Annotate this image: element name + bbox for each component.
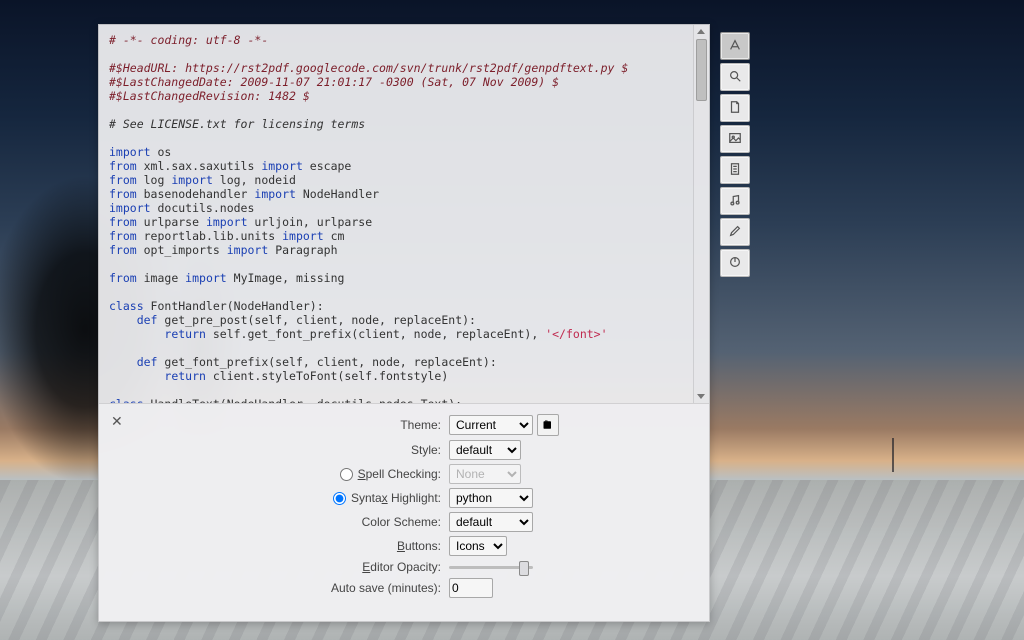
code-line[interactable]: #$LastChangedRevision: 1482 $ [109,89,689,103]
code-line[interactable]: from log import log, nodeid [109,173,689,187]
editor-window: # -*- coding: utf-8 -*- #$HeadURL: https… [98,24,710,622]
code-line[interactable] [109,103,689,117]
code-area[interactable]: # -*- coding: utf-8 -*- #$HeadURL: https… [99,25,693,403]
search-button[interactable] [720,63,750,91]
code-line[interactable]: from opt_imports import Paragraph [109,243,689,257]
code-line[interactable] [109,383,689,397]
syntax-select[interactable]: python [449,488,533,508]
side-toolbar [720,32,750,277]
code-line[interactable] [109,257,689,271]
code-line[interactable]: from image import MyImage, missing [109,271,689,285]
new-file-icon [728,100,742,117]
buttons-select[interactable]: Icons [449,536,507,556]
editor-scrollbar[interactable] [693,25,709,403]
code-line[interactable]: from basenodehandler import NodeHandler [109,187,689,201]
page-icon [728,162,742,179]
code-line[interactable]: import docutils.nodes [109,201,689,215]
new-file-button[interactable] [720,94,750,122]
spellcheck-radio[interactable] [340,468,353,481]
theme-label: Theme: [163,418,443,432]
desktop-spire [892,438,894,472]
code-area-wrap: # -*- coding: utf-8 -*- #$HeadURL: https… [99,25,709,403]
pencil-button[interactable] [720,218,750,246]
code-line[interactable]: from xml.sax.saxutils import escape [109,159,689,173]
code-line[interactable]: def get_font_prefix(self, client, node, … [109,355,689,369]
code-line[interactable]: #$LastChangedDate: 2009-11-07 21:01:17 -… [109,75,689,89]
colorscheme-label: Color Scheme: [163,515,443,529]
close-settings-button[interactable]: ✕ [111,414,125,428]
autosave-spinner[interactable] [449,578,493,598]
spellcheck-label: Spell Checking: [358,467,443,481]
scroll-thumb[interactable] [696,39,707,101]
page-button[interactable] [720,156,750,184]
pencil-icon [728,224,742,241]
code-line[interactable]: #$HeadURL: https://rst2pdf.googlecode.co… [109,61,689,75]
syntax-radio[interactable] [333,492,346,505]
image-button[interactable] [720,125,750,153]
autosave-label: Auto save (minutes): [163,581,443,595]
code-line[interactable]: class FontHandler(NodeHandler): [109,299,689,313]
opacity-label: Editor Opacity: [163,560,443,574]
code-line[interactable]: return client.styleToFont(self.fontstyle… [109,369,689,383]
code-line[interactable] [109,47,689,61]
theme-browse-button[interactable] [537,414,559,436]
code-line[interactable] [109,285,689,299]
syntax-label: Syntax Highlight: [351,491,443,505]
music-icon [728,193,742,210]
opacity-thumb[interactable] [519,561,529,576]
font-button[interactable] [720,32,750,60]
power-button[interactable] [720,249,750,277]
code-line[interactable] [109,341,689,355]
code-line[interactable]: # -*- coding: utf-8 -*- [109,33,689,47]
code-line[interactable]: from reportlab.lib.units import cm [109,229,689,243]
code-line[interactable] [109,131,689,145]
style-label: Style: [163,443,443,457]
search-icon [728,69,742,86]
spellcheck-select: None [449,464,521,484]
music-button[interactable] [720,187,750,215]
code-line[interactable]: # See LICENSE.txt for licensing terms [109,117,689,131]
code-line[interactable]: import os [109,145,689,159]
theme-select[interactable]: Current [449,415,533,435]
code-line[interactable]: from urlparse import urljoin, urlparse [109,215,689,229]
desktop-background: # -*- coding: utf-8 -*- #$HeadURL: https… [0,0,1024,640]
settings-panel: ✕ Theme: Current Style: default Spell Ch… [99,403,709,621]
style-select[interactable]: default [449,440,521,460]
buttons-label: Buttons: [163,539,443,553]
image-icon [728,131,742,148]
power-icon [728,255,742,272]
code-line[interactable]: def get_pre_post(self, client, node, rep… [109,313,689,327]
folder-icon [542,419,554,431]
code-line[interactable]: return self.get_font_prefix(client, node… [109,327,689,341]
colorscheme-select[interactable]: default [449,512,533,532]
font-icon [728,38,742,55]
opacity-slider[interactable] [449,566,533,569]
